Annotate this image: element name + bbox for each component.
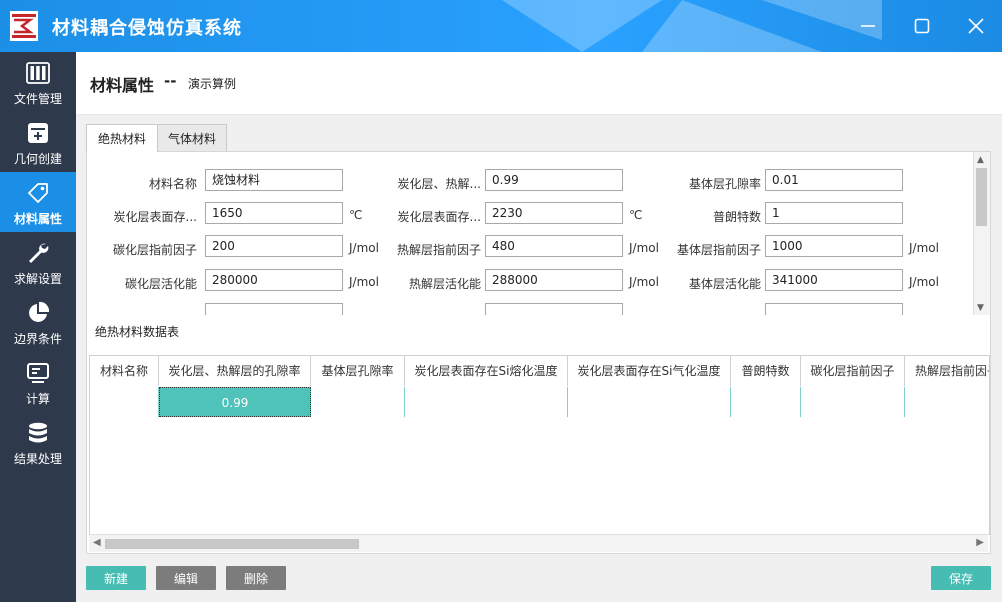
sidebar-item-compute[interactable]: 计算 <box>0 352 76 412</box>
field-label: 基体层孔隙率 <box>688 177 761 191</box>
field-label: 材料名称 <box>148 177 197 191</box>
sidebar-item-label: 结果处理 <box>13 452 62 466</box>
material-name-input[interactable]: 烧蚀材料 <box>205 169 343 191</box>
app-title: 材料耦合侵蚀仿真系统 <box>52 18 242 39</box>
minimize-icon <box>861 25 875 27</box>
matrix-preexp-factor-input[interactable]: 1000 <box>765 235 903 257</box>
field-label: 普朗特数 <box>712 210 761 224</box>
scroll-down-icon[interactable]: ▼ <box>977 303 984 313</box>
table-cell-selected[interactable]: 0.99 <box>159 387 311 417</box>
title-bar: 材料耦合侵蚀仿真系统 <box>0 0 1002 52</box>
monitor-icon <box>27 363 49 383</box>
scroll-left-icon[interactable]: ◀ <box>93 537 101 548</box>
page-subtitle: 演示算例 <box>188 77 237 91</box>
char-preexp-factor-input[interactable]: 200 <box>205 235 343 257</box>
wrench-icon <box>29 243 49 263</box>
maximize-icon <box>914 18 930 34</box>
column-header[interactable]: 炭化层表面存在Si气化温度 <box>568 356 731 386</box>
close-button[interactable] <box>962 12 990 40</box>
table-cell[interactable]: 200 <box>801 387 905 417</box>
title-bar-decoration <box>502 0 882 52</box>
char-activation-energy-input[interactable]: 280000 <box>205 269 343 291</box>
field-unit: ℃ <box>349 208 363 222</box>
prandtl-number-input[interactable]: 1 <box>765 202 903 224</box>
field-label: 炭化层、热解... <box>397 177 481 191</box>
si-melting-temp-input[interactable]: 1650 <box>205 202 343 224</box>
scroll-right-icon[interactable]: ▶ <box>976 537 984 548</box>
column-header[interactable]: 热解层指前因子 <box>905 356 989 386</box>
column-header[interactable]: 基体层孔隙率 <box>311 356 405 386</box>
main-content: 绝热材料 气体材料 材料名称 烧蚀材料 炭化层、热解... 0.99 基体层孔隙… <box>76 115 1002 602</box>
database-icon <box>29 422 47 443</box>
table-cell[interactable]: 1650 <box>405 387 568 417</box>
material-form: 材料名称 烧蚀材料 炭化层、热解... 0.99 基体层孔隙率 0.01 炭化层… <box>86 151 991 317</box>
tab-gas-material[interactable]: 气体材料 <box>157 124 227 151</box>
table-cell[interactable]: 0.01 <box>311 387 405 417</box>
scroll-up-icon[interactable]: ▲ <box>977 155 984 165</box>
minimize-button[interactable] <box>854 12 882 40</box>
sidebar-item-label: 材料属性 <box>13 212 62 226</box>
app-logo-icon <box>10 11 38 41</box>
form-vertical-scrollbar[interactable]: ▲ ▼ <box>973 152 990 316</box>
file-cabinet-icon <box>26 62 50 84</box>
sidebar-item-file-management[interactable]: 文件管理 <box>0 52 76 112</box>
sidebar-item-label: 边界条件 <box>13 332 62 346</box>
tab-insulation-material[interactable]: 绝热材料 <box>86 124 158 152</box>
table-cell[interactable]: 烧蚀材料 <box>90 387 159 417</box>
field-label: 炭化层表面存... <box>113 210 197 224</box>
pie-chart-icon <box>29 301 50 322</box>
edit-button[interactable]: 编辑 <box>156 566 216 590</box>
field-unit: J/mol <box>909 275 939 289</box>
scroll-thumb[interactable] <box>105 539 359 549</box>
si-vaporization-temp-input[interactable]: 2230 <box>485 202 623 224</box>
sidebar-item-geometry[interactable]: 几何创建 <box>0 112 76 172</box>
tag-icon <box>28 183 48 203</box>
table-cell[interactable]: 2230 <box>568 387 731 417</box>
data-table-panel: 绝热材料数据表 材料名称 炭化层、热解层的孔隙率 基体层孔隙率 炭化层表面存在S… <box>86 315 991 554</box>
close-icon <box>968 18 984 34</box>
column-header[interactable]: 碳化层指前因子 <box>801 356 905 386</box>
field-label: 炭化层表面存... <box>397 210 481 224</box>
title-separator: -- <box>164 72 177 90</box>
new-button[interactable]: 新建 <box>86 566 146 590</box>
field-label: 碳化层指前因子 <box>112 243 197 257</box>
field-label: 热解层活化能 <box>408 277 481 291</box>
pyrolysis-preexp-factor-input[interactable]: 480 <box>485 235 623 257</box>
field-label: 基体层活化能 <box>688 277 761 291</box>
column-header[interactable]: 普朗特数 <box>731 356 801 386</box>
sidebar-item-results[interactable]: 结果处理 <box>0 412 76 472</box>
page-header: 材料属性 -- 演示算例 <box>76 52 1002 115</box>
sidebar-item-label: 求解设置 <box>13 272 62 286</box>
matrix-activation-energy-input[interactable]: 341000 <box>765 269 903 291</box>
sidebar-item-boundary-conditions[interactable]: 边界条件 <box>0 292 76 352</box>
maximize-button[interactable] <box>908 12 936 40</box>
field-unit: J/mol <box>909 241 939 255</box>
pyrolysis-activation-energy-input[interactable]: 288000 <box>485 269 623 291</box>
table-horizontal-scrollbar[interactable]: ◀ ▶ <box>89 534 988 552</box>
field-label: 基体层指前因子 <box>676 243 761 257</box>
field-label: 热解层指前因子 <box>396 243 481 257</box>
sidebar-nav: 文件管理 几何创建 材料属性 求解设置 边界条件 计算 结果处理 <box>0 52 76 602</box>
table-caption: 绝热材料数据表 <box>95 325 180 339</box>
page-title: 材料属性 <box>90 76 155 95</box>
sidebar-item-label: 计算 <box>25 392 50 406</box>
column-header[interactable]: 炭化层、热解层的孔隙率 <box>159 356 311 386</box>
char-pyrolysis-porosity-input[interactable]: 0.99 <box>485 169 623 191</box>
field-label: 碳化层活化能 <box>124 277 197 291</box>
delete-button[interactable]: 删除 <box>226 566 286 590</box>
geometry-icon <box>28 123 48 143</box>
table-cell[interactable]: 480 <box>905 387 989 417</box>
material-data-grid: 材料名称 炭化层、热解层的孔隙率 基体层孔隙率 炭化层表面存在Si熔化温度 炭化… <box>89 355 990 535</box>
table-cell[interactable]: 1 <box>731 387 801 417</box>
matrix-porosity-input[interactable]: 0.01 <box>765 169 903 191</box>
sidebar-item-label: 几何创建 <box>13 152 62 166</box>
sidebar-item-solver-settings[interactable]: 求解设置 <box>0 232 76 292</box>
sidebar-item-material-properties[interactable]: 材料属性 <box>0 172 76 232</box>
sidebar-item-label: 文件管理 <box>13 92 62 106</box>
scroll-thumb[interactable] <box>976 168 987 226</box>
field-unit: ℃ <box>629 208 643 222</box>
column-header[interactable]: 材料名称 <box>90 356 159 386</box>
column-header[interactable]: 炭化层表面存在Si熔化温度 <box>405 356 568 386</box>
save-button[interactable]: 保存 <box>931 566 991 590</box>
